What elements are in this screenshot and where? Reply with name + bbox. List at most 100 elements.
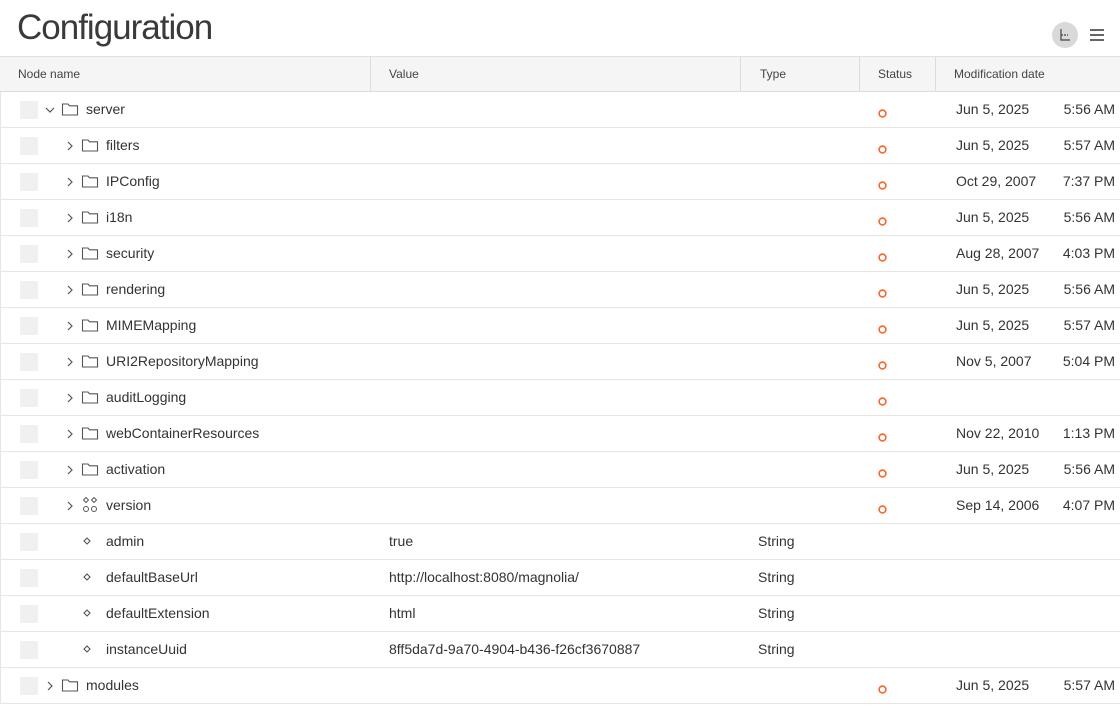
table-row[interactable]: webContainerResources Nov 22, 2010 1:13 PM [0,416,1120,452]
chevron-right-icon[interactable] [64,391,76,403]
hamburger-menu-icon [1090,29,1104,41]
node-value: http://localhost:8080/magnolia/ [389,569,579,585]
column-header-type[interactable]: Type [741,57,860,92]
node-name: filters [106,137,140,153]
grid-body: server Jun 5, 2025 5:56 AM filters Jun 5, 20… [0,92,1120,704]
modification-time: 5:57 AM [1063,317,1115,333]
modification-date: Oct 29, 2007 [956,173,1037,189]
row-select-checkbox[interactable] [20,209,38,227]
chevron-right-icon[interactable] [64,319,76,331]
row-select-checkbox[interactable] [20,389,38,407]
tree-grid: Node name Value Type Status Modification… [0,56,1120,704]
modification-date: Jun 5, 2025 [956,677,1030,693]
chevron-right-icon[interactable] [64,211,76,223]
tree-view-icon [1060,29,1070,41]
node-name: instanceUuid [106,641,187,657]
chevron-right-icon[interactable] [64,175,76,187]
chevron-right-icon[interactable] [64,499,76,511]
row-select-checkbox[interactable] [20,317,38,335]
table-row[interactable]: IPConfig Oct 29, 2007 7:37 PM [0,164,1120,200]
modification-time: 5:57 AM [1063,137,1115,153]
modification-date: Aug 28, 2007 [956,245,1040,261]
node-name: defaultBaseUrl [106,569,198,585]
tree-view-toggle-button[interactable] [1052,22,1078,48]
chevron-right-icon[interactable] [64,355,76,367]
chevron-right-icon[interactable] [64,463,76,475]
row-select-checkbox[interactable] [20,605,38,623]
table-row[interactable]: defaultBaseUrl http://localhost:8080/magn… [0,560,1120,596]
row-select-checkbox[interactable] [20,137,38,155]
node-name: rendering [106,281,166,297]
folder-icon [81,353,99,369]
menu-button[interactable] [1088,26,1106,44]
node-name: IPConfig [106,173,160,189]
node-name: auditLogging [106,389,187,405]
modification-date: Jun 5, 2025 [956,317,1030,333]
top-actions [1052,22,1106,48]
status-indicator-icon [878,213,887,226]
node-value: true [389,533,414,549]
row-select-checkbox[interactable] [20,101,38,119]
modification-time: 7:37 PM [1062,173,1115,189]
column-header-node-name[interactable]: Node name [0,57,371,92]
table-row[interactable]: activation Jun 5, 2025 5:56 AM [0,452,1120,488]
table-row[interactable]: auditLogging [0,380,1120,416]
modification-date: Jun 5, 2025 [956,209,1030,225]
column-header-value[interactable]: Value [371,57,741,92]
node-name: defaultExtension [106,605,210,621]
row-select-checkbox[interactable] [20,569,38,587]
chevron-right-icon[interactable] [64,139,76,151]
table-row[interactable]: instanceUuid 8ff5da7d-9a70-4904-b436-f26c… [0,632,1120,668]
node-name: webContainerResources [106,425,260,441]
modification-time: 4:03 PM [1062,245,1115,261]
modification-time: 5:04 PM [1062,353,1115,369]
row-select-checkbox[interactable] [20,353,38,371]
property-icon [81,533,99,549]
row-select-checkbox[interactable] [20,497,38,515]
row-select-checkbox[interactable] [20,677,38,695]
table-row[interactable]: MIMEMapping Jun 5, 2025 5:57 AM [0,308,1120,344]
table-row[interactable]: i18n Jun 5, 2025 5:56 AM [0,200,1120,236]
row-select-checkbox[interactable] [20,281,38,299]
row-select-checkbox[interactable] [20,425,38,443]
modification-time: 5:56 AM [1063,461,1115,477]
modification-date: Jun 5, 2025 [956,137,1030,153]
node-name: version [106,497,152,513]
chevron-right-icon[interactable] [64,247,76,259]
table-row[interactable]: defaultExtension html String [0,596,1120,632]
table-row[interactable]: URI2RepositoryMapping Nov 5, 2007 5:04 PM [0,344,1120,380]
node-name: activation [106,461,166,477]
chevron-right-icon[interactable] [44,679,56,691]
folder-icon [81,389,99,405]
row-select-checkbox[interactable] [20,641,38,659]
status-indicator-icon [878,141,887,154]
table-row[interactable]: version Sep 14, 2006 4:07 PM [0,488,1120,524]
status-indicator-icon [878,465,887,478]
table-row[interactable]: admin true String [0,524,1120,560]
table-row[interactable]: filters Jun 5, 2025 5:57 AM [0,128,1120,164]
node-name: security [106,245,155,261]
row-select-checkbox[interactable] [20,245,38,263]
status-indicator-icon [878,429,887,442]
row-select-checkbox[interactable] [20,173,38,191]
node-name: server [86,101,125,117]
folder-icon [61,677,79,693]
folder-icon [81,173,99,189]
node-name: i18n [106,209,133,225]
row-select-checkbox[interactable] [20,533,38,551]
column-header-modification-date[interactable]: Modification date [936,57,1120,92]
modification-date: Jun 5, 2025 [956,461,1030,477]
node-type: String [758,533,795,549]
chevron-down-icon[interactable] [44,103,56,115]
column-header-status[interactable]: Status [860,57,936,92]
modification-time: 5:56 AM [1063,281,1115,297]
table-row[interactable]: modules Jun 5, 2025 5:57 AM [0,668,1120,704]
table-row[interactable]: security Aug 28, 2007 4:03 PM [0,236,1120,272]
chevron-right-icon[interactable] [64,283,76,295]
node-value: html [389,605,416,621]
table-row[interactable]: server Jun 5, 2025 5:56 AM [0,92,1120,128]
table-row[interactable]: rendering Jun 5, 2025 5:56 AM [0,272,1120,308]
chevron-right-icon[interactable] [64,427,76,439]
row-select-checkbox[interactable] [20,461,38,479]
node-type: String [758,641,795,657]
